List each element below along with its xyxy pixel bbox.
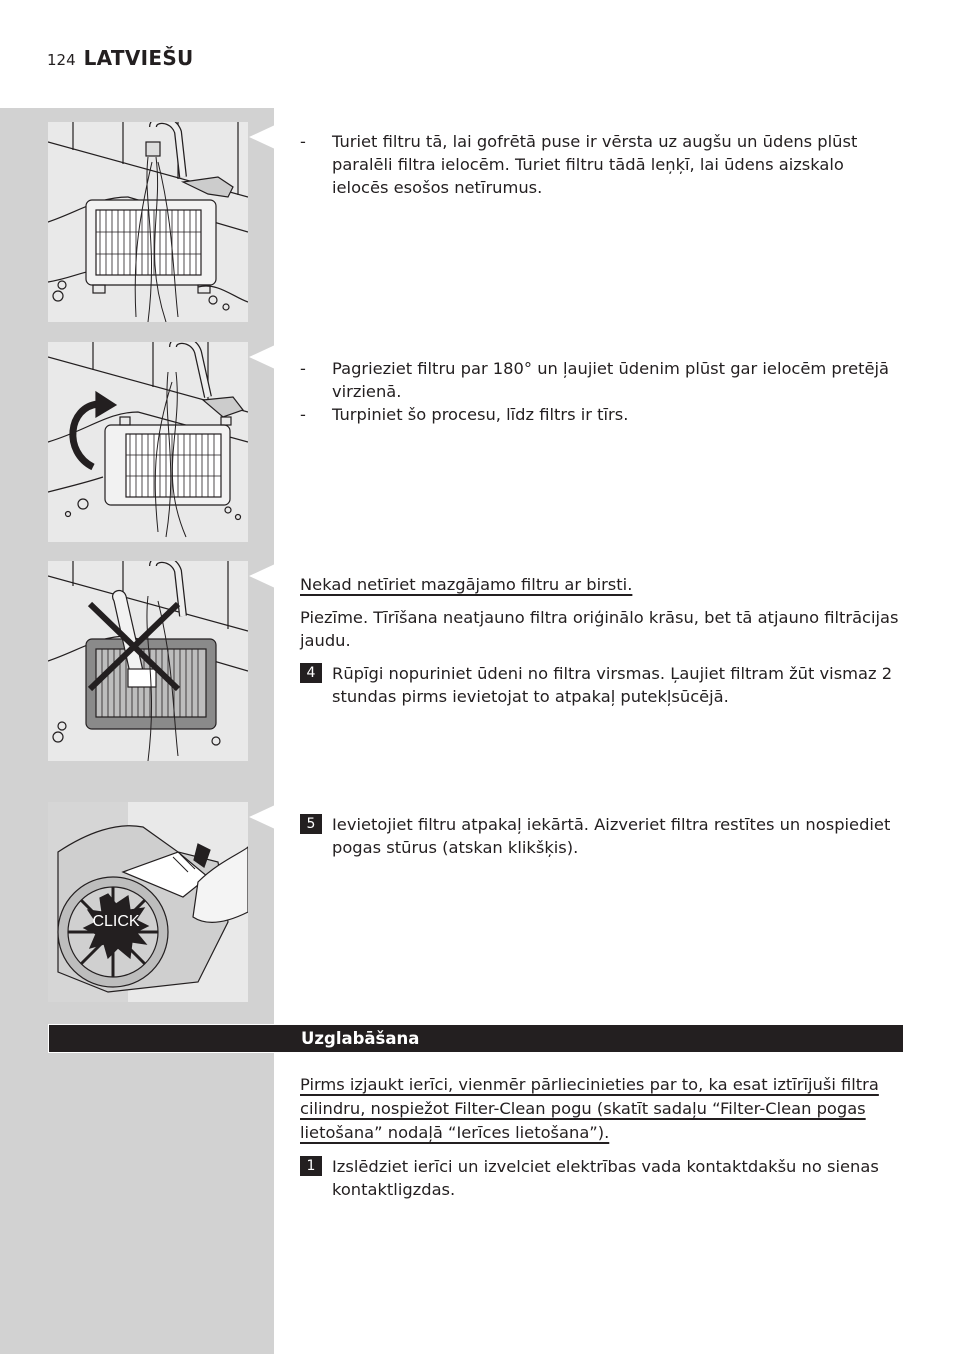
step-number: 5 <box>300 814 322 834</box>
instruction-block-1: - Turiet filtru tā, lai gofrētā puse ir … <box>300 130 905 199</box>
bullet-text: Turpiniet šo procesu, līdz filtrs ir tīr… <box>332 405 629 424</box>
step-text: Izslēdziet ierīci un izvelciet elektrība… <box>332 1157 879 1199</box>
figure-filter-rotate <box>48 342 248 542</box>
bullet-dash: - <box>300 359 306 378</box>
filter-rotate-illustration <box>48 342 248 538</box>
bullet-text: Pagrieziet filtru par 180° un ļaujiet ūd… <box>332 359 890 401</box>
step-text: Rūpīgi nopuriniet ūdeni no filtra virsma… <box>332 664 893 706</box>
figure-pointer <box>249 805 275 829</box>
warning-text: Nekad netīriet mazgājamo filtru ar birst… <box>300 575 633 594</box>
click-label: CLICK <box>92 913 139 930</box>
step-4: 4 Rūpīgi nopuriniet ūdeni no filtra virs… <box>300 662 905 708</box>
instruction-block-4: 5 Ievietojiet filtru atpakaļ iekārtā. Ai… <box>300 809 905 859</box>
storage-warning-text: Pirms izjaukt ierīci, vienmēr pārliecini… <box>300 1075 879 1142</box>
step-text: Ievietojiet filtru atpakaļ iekārtā. Aizv… <box>332 815 891 857</box>
section-header-bar: Uzglabāšana <box>48 1024 904 1053</box>
insert-filter-illustration: CLICK <box>48 802 248 1002</box>
instruction-block-3: Nekad netīriet mazgājamo filtru ar birst… <box>300 573 905 708</box>
step-1: 1 Izslēdziet ierīci un izvelciet elektrī… <box>300 1155 905 1201</box>
filter-rinse-illustration <box>48 122 248 322</box>
step-number: 4 <box>300 663 322 683</box>
bullet-item: - Pagrieziet filtru par 180° un ļaujiet … <box>300 357 905 403</box>
figure-insert-filter: CLICK <box>48 802 248 1002</box>
bullet-text: Turiet filtru tā, lai gofrētā puse ir vē… <box>332 132 858 197</box>
page-number: 124 <box>47 51 76 69</box>
figure-pointer <box>249 125 275 149</box>
bullet-dash: - <box>300 405 306 424</box>
instruction-block-2: - Pagrieziet filtru par 180° un ļaujiet … <box>300 357 905 426</box>
figure-pointer <box>249 345 275 369</box>
page-header: 124 LATVIEŠU <box>47 46 194 76</box>
bullet-item: - Turiet filtru tā, lai gofrētā puse ir … <box>300 130 905 199</box>
figure-filter-rinse <box>48 122 248 322</box>
note-text: Piezīme. Tīrīšana neatjauno filtra oriģi… <box>300 608 899 650</box>
step-number: 1 <box>300 1156 322 1176</box>
figure-pointer <box>249 564 275 588</box>
bullet-item: - Turpiniet šo procesu, līdz filtrs ir t… <box>300 403 905 426</box>
section-title: Uzglabāšana <box>301 1029 420 1048</box>
figure-no-brush <box>48 561 248 761</box>
no-brush-illustration <box>48 561 248 761</box>
step-5: 5 Ievietojiet filtru atpakaļ iekārtā. Ai… <box>300 813 905 859</box>
language-title: LATVIEŠU <box>83 46 194 70</box>
bullet-dash: - <box>300 132 306 151</box>
storage-section-content: Pirms izjaukt ierīci, vienmēr pārliecini… <box>300 1073 905 1201</box>
